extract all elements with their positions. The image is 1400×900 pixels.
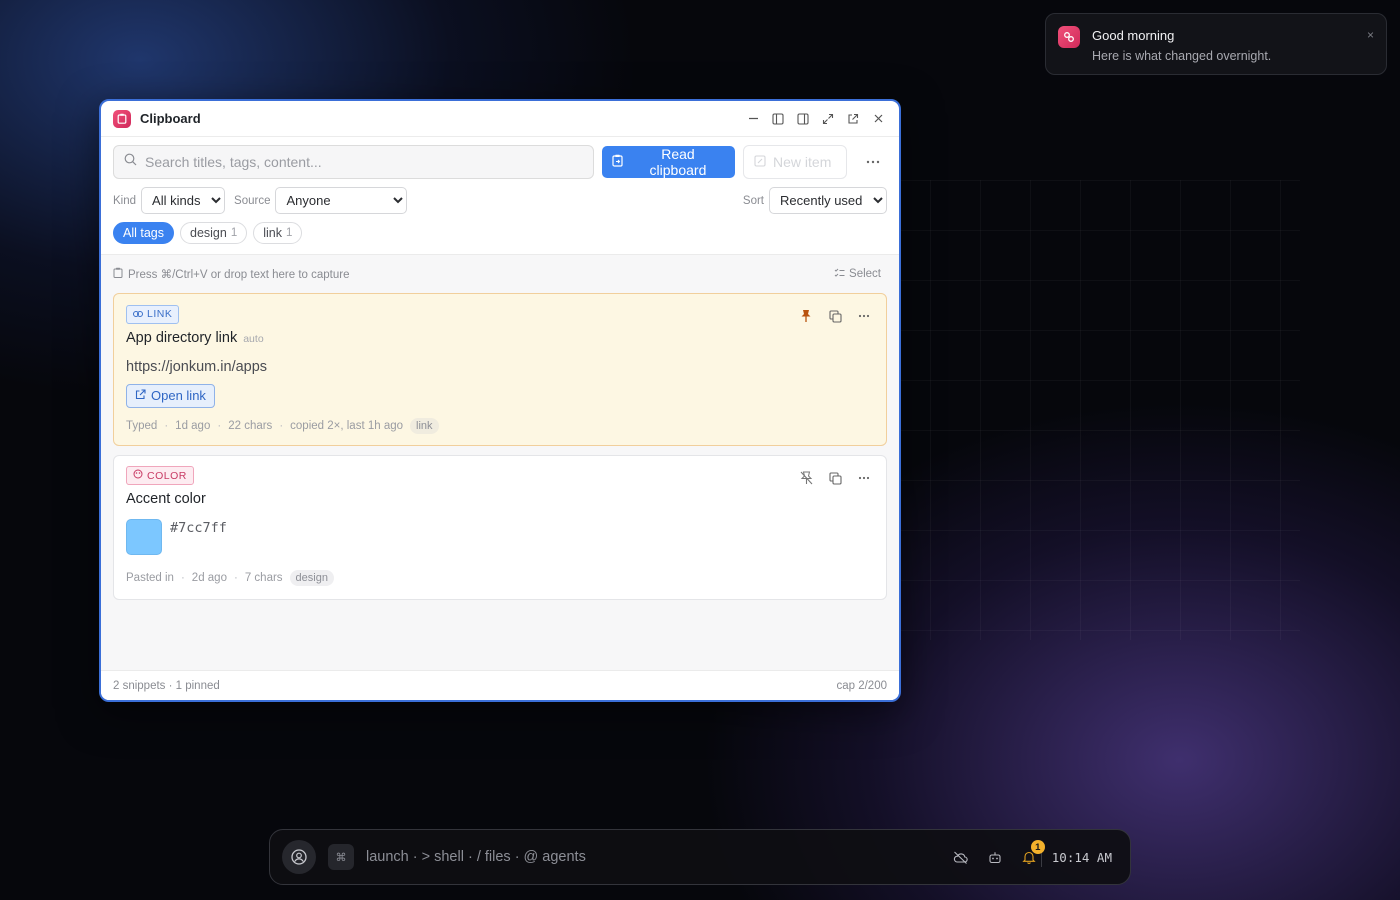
external-link-icon (135, 388, 146, 403)
kind-badge-link: LINK (126, 304, 180, 324)
tag-filter-bar: All tags design 1 link 1 (101, 214, 899, 244)
toast-app-icon (1058, 26, 1080, 48)
clipboard-app-icon (113, 109, 131, 128)
tag-chip-label: link (263, 226, 283, 240)
source-filter-label: Source (234, 194, 271, 207)
command-key-icon: ⌘ (328, 844, 354, 870)
search-icon (124, 153, 137, 171)
select-label: Select (849, 268, 881, 280)
status-bar: 2 snippets · 1 pinned cap 2/200 (101, 670, 899, 700)
cloud-off-icon[interactable] (953, 849, 969, 865)
snippet-title: Accent color (126, 491, 206, 507)
dock-right-icon[interactable] (794, 110, 812, 128)
meta-tag[interactable]: design (289, 570, 334, 586)
meta-copied: copied 2×, last 1h ago (290, 419, 404, 432)
kind-badge-color: COLOR (126, 466, 194, 485)
snippet-meta: Typed · 1d ago · 22 chars · copied 2×, l… (126, 417, 874, 434)
new-item-button[interactable]: New item (743, 145, 848, 179)
kind-badge-label: LINK (147, 308, 173, 320)
capture-hint: Press ⌘/Ctrl+V or drop text here to capt… (128, 269, 350, 281)
command-dock: ⌘ launch · > shell · / files · @ agents … (269, 829, 1131, 885)
copy-icon[interactable] (827, 308, 843, 324)
snippet-url: https://jonkum.in/apps (126, 358, 268, 375)
pin-icon[interactable] (798, 308, 814, 324)
window-title: Clipboard (140, 111, 201, 126)
palette-icon (133, 469, 143, 482)
meta-age: 1d ago (175, 419, 211, 432)
pop-out-icon[interactable] (844, 110, 862, 128)
bell-icon[interactable]: 1 (1021, 840, 1045, 865)
toast-notification[interactable]: Good morning Here is what changed overni… (1045, 13, 1387, 75)
snippet-list: Press ⌘/Ctrl+V or drop text here to capt… (101, 254, 899, 670)
card-more-icon[interactable] (856, 308, 872, 324)
tag-chip-link[interactable]: link 1 (253, 222, 303, 244)
new-item-label: New item (773, 154, 832, 170)
auto-label: auto (243, 332, 264, 345)
meta-source: Pasted in (126, 572, 174, 584)
meta-tag[interactable]: link (410, 417, 439, 434)
search-input[interactable] (145, 154, 583, 170)
meta-chars: 22 chars (228, 419, 273, 432)
minimize-icon[interactable] (744, 110, 762, 128)
tag-chip-label: All tags (123, 226, 164, 240)
open-link-label: Open link (151, 388, 206, 403)
snippet-meta: Pasted in · 2d ago · 7 chars design (126, 570, 874, 586)
more-options-icon[interactable] (859, 148, 887, 176)
dock-left-icon[interactable] (769, 110, 787, 128)
source-filter-select[interactable]: Anyone (275, 187, 408, 214)
user-avatar-icon[interactable] (282, 840, 316, 874)
kind-filter-label: Kind (113, 194, 137, 207)
sort-select[interactable]: Recently used (769, 187, 887, 214)
desktop-grid (880, 180, 1300, 640)
meta-age: 2d ago (191, 572, 227, 584)
clipboard-icon (612, 154, 624, 170)
snippet-card[interactable]: LINK App directory link auto https://jon… (113, 293, 887, 446)
unpin-icon[interactable] (798, 470, 814, 486)
tag-chip-all[interactable]: All tags (113, 222, 174, 244)
snippet-title: App directory link (126, 329, 238, 346)
meta-chars: 7 chars (244, 572, 283, 584)
search-box[interactable] (113, 145, 594, 179)
clipboard-hint-icon (113, 267, 123, 281)
clipboard-window: Clipboard Search titles, tags, content..… (99, 99, 901, 702)
select-button[interactable]: Select (834, 268, 881, 281)
checklist-icon (834, 268, 845, 281)
maximize-icon[interactable] (819, 110, 837, 128)
copy-icon[interactable] (827, 470, 843, 486)
titlebar: Clipboard (101, 101, 899, 137)
command-launcher-input[interactable]: launch · > shell · / files · @ agents (366, 849, 953, 865)
meta-source: Typed (126, 419, 158, 432)
color-swatch (126, 519, 162, 555)
close-window-icon[interactable] (869, 110, 887, 128)
snippet-card[interactable]: COLOR Accent color #7cc7ff Pasted in · 2… (113, 455, 887, 600)
kind-filter-select[interactable]: All kinds (141, 187, 226, 214)
robot-icon[interactable] (987, 849, 1003, 865)
open-link-button[interactable]: Open link (126, 383, 215, 408)
hex-value: #7cc7ff (170, 520, 227, 536)
read-clipboard-label: Read clipboard (649, 146, 707, 178)
tag-chip-count: 1 (230, 227, 238, 239)
read-clipboard-button[interactable]: Read clipboard (601, 146, 736, 178)
edit-icon (754, 154, 766, 170)
notification-badge: 1 (1030, 840, 1045, 854)
clock: 10:14 AM (1051, 849, 1112, 865)
kind-badge-label: COLOR (147, 469, 187, 482)
close-icon[interactable]: × (1367, 28, 1374, 42)
tag-chip-design[interactable]: design 1 (180, 222, 248, 244)
toast-body: Here is what changed overnight. (1092, 49, 1272, 63)
sort-label: Sort (742, 194, 764, 207)
capacity-indicator: cap 2/200 (836, 679, 887, 692)
snippet-count: 2 snippets · 1 pinned (113, 679, 220, 692)
card-more-icon[interactable] (856, 470, 872, 486)
link-icon (133, 308, 143, 320)
tag-chip-count: 1 (286, 227, 293, 239)
tag-chip-label: design (190, 226, 227, 240)
toast-title: Good morning (1092, 28, 1175, 43)
